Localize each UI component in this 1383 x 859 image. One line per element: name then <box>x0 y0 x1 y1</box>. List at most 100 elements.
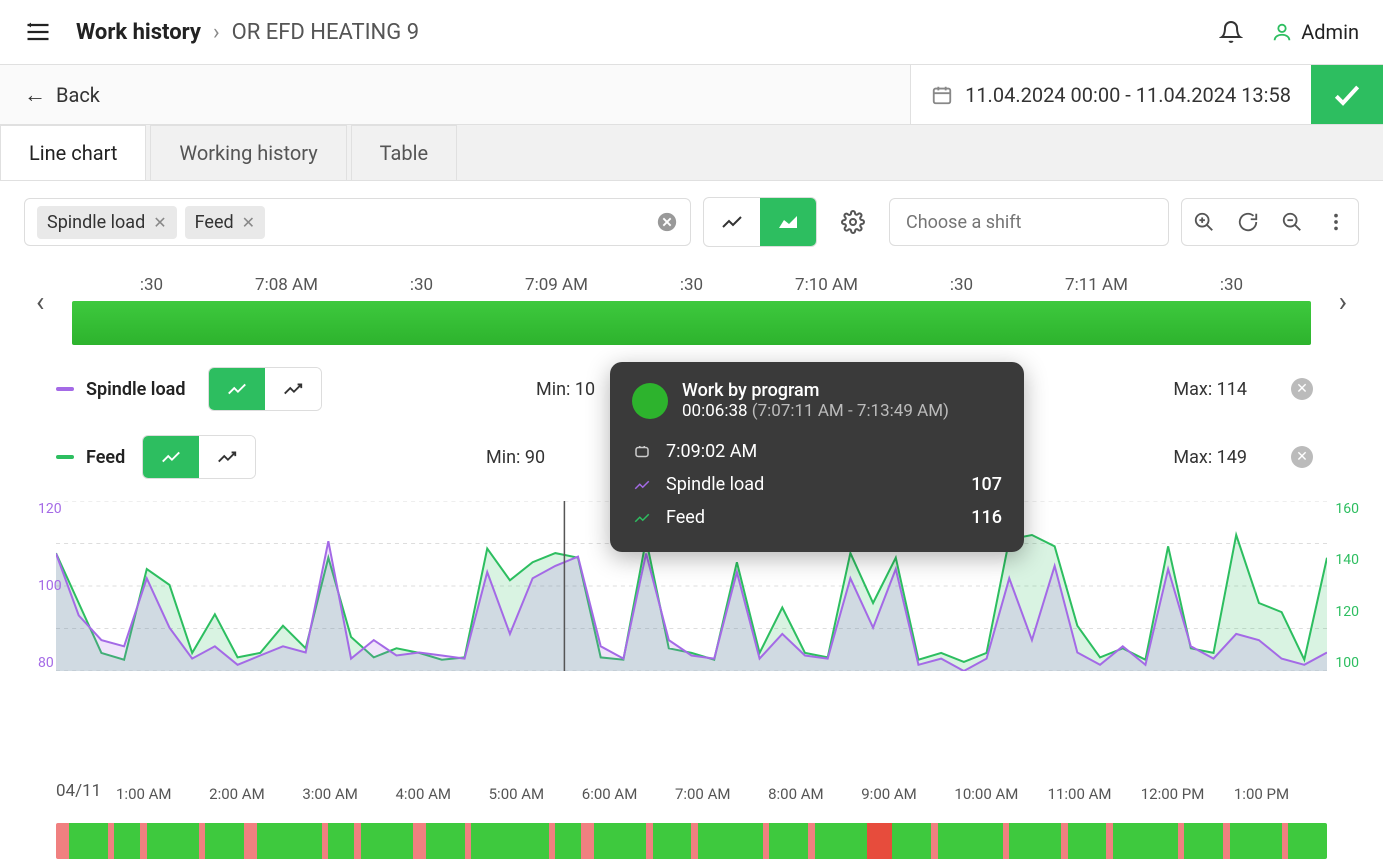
series-line-mode[interactable] <box>265 368 321 410</box>
tab-line-chart[interactable]: Line chart <box>0 125 146 180</box>
series-mode-toggle <box>208 367 322 411</box>
overview-segment <box>892 823 931 859</box>
zoom-in-button[interactable] <box>1182 198 1226 246</box>
tooltip-series-value: 107 <box>971 474 1002 495</box>
timeline-header: ‹ › :307:08 AM:307:09 AM:307:10 AM:307:1… <box>0 275 1383 345</box>
top-header: Work history › OR EFD HEATING 9 Admin <box>0 0 1383 65</box>
zoom-out-button[interactable] <box>1270 198 1314 246</box>
arrow-left-icon: ← <box>24 82 46 108</box>
chart-type-toggle <box>703 197 817 247</box>
overview-tick: 3:00 AM <box>302 785 395 803</box>
line-chart-option[interactable] <box>704 198 760 246</box>
remove-tag-icon[interactable]: ✕ <box>153 213 166 232</box>
remove-series-button[interactable]: ✕ <box>1291 446 1313 468</box>
tab-label: Working history <box>179 141 317 165</box>
timeline-prev-button[interactable]: ‹ <box>36 285 44 318</box>
clear-all-tags-icon[interactable] <box>656 211 678 233</box>
tabs-row: Line chart Working history Table <box>0 125 1383 181</box>
overview-segment <box>1230 823 1282 859</box>
status-dot-icon <box>632 383 668 419</box>
overview-tick: 2:00 AM <box>209 785 302 803</box>
tooltip-timestamp: 7:09:02 AM <box>666 441 1002 462</box>
date-range-picker[interactable]: 11.04.2024 00:00 - 11.04.2024 13:58 <box>910 65 1311 124</box>
overview-segment <box>361 823 413 859</box>
breadcrumb-leaf: OR EFD HEATING 9 <box>232 20 419 45</box>
zoom-in-icon <box>1193 211 1215 233</box>
tab-label: Line chart <box>29 141 117 165</box>
tab-working-history[interactable]: Working history <box>150 125 346 180</box>
check-icon <box>1331 79 1363 111</box>
user-menu[interactable]: Admin <box>1271 20 1359 44</box>
timeline-tick: :30 <box>624 275 759 295</box>
area-chart-option[interactable] <box>760 198 816 246</box>
controls-row: Spindle load ✕ Feed ✕ <box>0 181 1383 263</box>
zoom-out-icon <box>1281 211 1303 233</box>
area-mode-icon <box>226 378 248 400</box>
back-label: Back <box>56 83 100 107</box>
overview-tick: 1:00 AM <box>116 785 209 803</box>
line-mode-icon <box>216 446 238 468</box>
overview-segment <box>938 823 1003 859</box>
series-name-label: Feed <box>86 447 130 468</box>
overview-status-bar[interactable] <box>56 823 1327 859</box>
confirm-date-button[interactable] <box>1311 65 1383 124</box>
status-bar[interactable] <box>72 301 1311 345</box>
overview-segment <box>413 823 426 859</box>
remove-series-button[interactable]: ✕ <box>1291 378 1313 400</box>
tooltip-title: Work by program <box>682 380 949 401</box>
breadcrumb: Work history › OR EFD HEATING 9 <box>76 20 419 45</box>
overview-segment <box>1068 823 1107 859</box>
tooltip-series-value: 116 <box>971 507 1002 528</box>
area-chart-icon <box>776 210 800 234</box>
timeline-ticks: :307:08 AM:307:09 AM:307:10 AM:307:11 AM… <box>56 275 1327 295</box>
timeline-tick: :30 <box>354 275 489 295</box>
overview-segment <box>1009 823 1061 859</box>
timeline-tick: :30 <box>1164 275 1299 295</box>
breadcrumb-root[interactable]: Work history <box>76 20 201 45</box>
overview-segment <box>471 823 549 859</box>
filter-tag-label: Feed <box>195 212 234 233</box>
series-filter-input[interactable]: Spindle load ✕ Feed ✕ <box>24 198 691 246</box>
overview-segment <box>698 823 763 859</box>
tab-table[interactable]: Table <box>351 125 457 180</box>
legend-swatch <box>56 387 74 391</box>
shift-select[interactable] <box>889 198 1169 246</box>
chart-tooltip: Work by program 00:06:38 (7:07:11 AM - 7… <box>610 362 1024 552</box>
timeline-tick: :30 <box>894 275 1029 295</box>
overview-segment <box>594 823 646 859</box>
overview-segment <box>555 823 581 859</box>
series-max-label: Max: 114 <box>1173 379 1247 400</box>
zoom-reset-button[interactable] <box>1226 198 1270 246</box>
series-area-mode[interactable] <box>209 368 265 410</box>
overview-segment <box>69 823 108 859</box>
zoom-controls <box>1181 198 1359 246</box>
chart-settings-button[interactable] <box>829 198 877 246</box>
overview-segment <box>581 823 594 859</box>
tooltip-series-label: Spindle load <box>666 474 957 495</box>
overview-segment <box>769 823 808 859</box>
series-line-mode[interactable] <box>199 436 255 478</box>
gear-icon <box>841 210 865 234</box>
line-chart-icon <box>720 210 744 234</box>
series-icon <box>632 509 652 527</box>
overview-timeline[interactable]: 04/11 1:00 AM2:00 AM3:00 AM4:00 AM5:00 A… <box>56 781 1327 859</box>
series-area-mode[interactable] <box>143 436 199 478</box>
notifications-icon[interactable] <box>1219 20 1243 44</box>
overview-segment <box>147 823 199 859</box>
timeline-next-button[interactable]: › <box>1339 285 1347 318</box>
overview-tick: 5:00 AM <box>489 785 582 803</box>
overview-tick: 4:00 AM <box>395 785 488 803</box>
overview-segment <box>257 823 322 859</box>
menu-toggle-icon[interactable] <box>24 18 52 46</box>
tooltip-series-label: Feed <box>666 507 957 528</box>
more-options-button[interactable] <box>1314 198 1358 246</box>
chevron-right-icon: › <box>213 20 220 45</box>
back-button[interactable]: ← Back <box>0 65 124 124</box>
overview-segment <box>867 823 893 859</box>
overview-tick: 10:00 AM <box>954 785 1047 803</box>
tooltip-duration: 00:06:38 <box>682 401 748 421</box>
remove-tag-icon[interactable]: ✕ <box>242 213 255 232</box>
legend-swatch <box>56 455 74 459</box>
calendar-icon <box>931 84 953 106</box>
area-mode-icon <box>160 446 182 468</box>
